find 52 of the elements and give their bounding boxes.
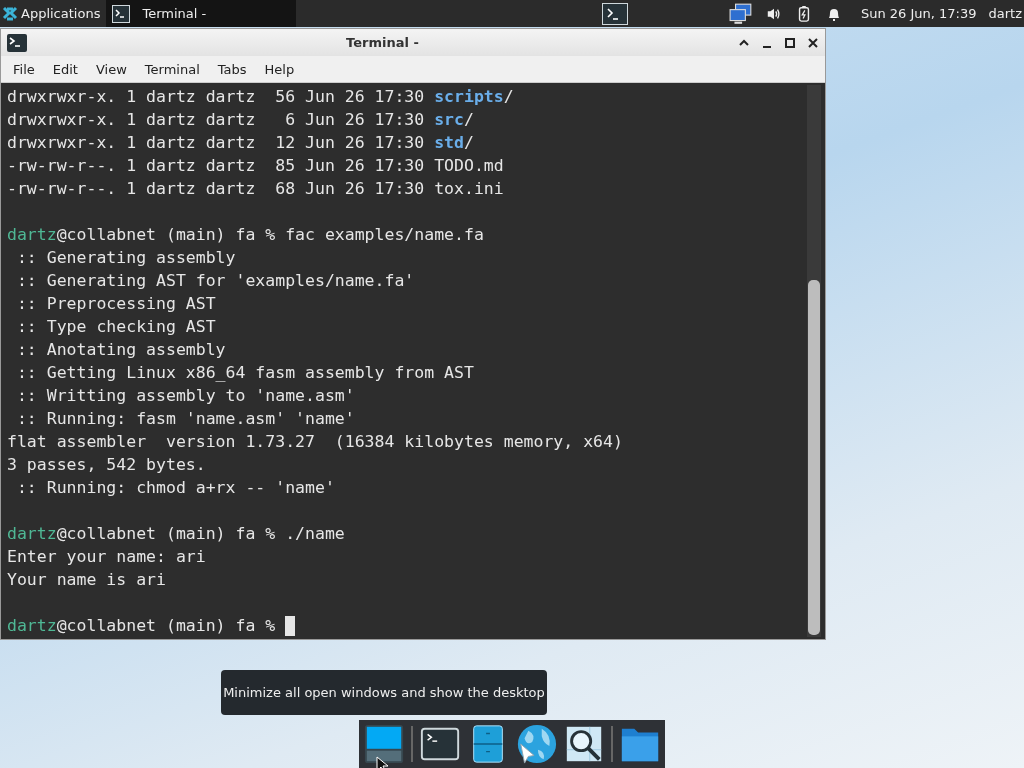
terminal-text: :: Preprocessing AST	[15, 293, 216, 315]
directory-name: src	[434, 109, 464, 131]
terminal-text: Enter your name: ari	[7, 546, 206, 568]
terminal-text: :: Getting Linux x86_64 fasm assembly from AST	[15, 362, 474, 384]
directory-name: scripts	[434, 86, 504, 108]
terminal-text: /	[463, 109, 474, 131]
terminal-text: /	[503, 86, 514, 108]
terminal-text: /	[463, 132, 474, 154]
terminal-text: @collabnet (main) fa % fac examples/name.fa	[56, 224, 484, 246]
terminal-text: :: Generating AST for 'examples/name.fa'	[15, 270, 415, 292]
terminal-text: -rw-rw-r--. 1 dartz dartz 68 Jun 26 17:30 tox.ini	[7, 178, 504, 200]
network-icon[interactable]	[728, 2, 753, 25]
menu-item[interactable]: Tabs	[208, 61, 256, 77]
menu-item[interactable]: Edit	[43, 61, 87, 77]
terminal-icon	[7, 33, 27, 52]
terminal-text: :: Anotating assembly	[15, 339, 226, 361]
maximize-icon[interactable]	[784, 36, 796, 49]
taskbar-button[interactable]: Terminal -	[106, 0, 297, 27]
tooltip: Minimize all open windows and show the desktop	[221, 670, 547, 715]
terminal-text: drwxrwxr-x. 1 dartz dartz 56 Jun 26 17:30	[7, 86, 426, 108]
terminal-text: flat assembler version 1.73.27 (16384 kilobytes memory, x64)	[7, 431, 623, 453]
menu-item[interactable]: Help	[255, 61, 304, 77]
prompt-user: dartz	[7, 615, 57, 637]
close-icon[interactable]	[807, 36, 819, 49]
terminal-text: :: Generating assembly	[15, 247, 236, 269]
clock[interactable]: Sun 26 Jun, 17:39	[860, 6, 977, 21]
terminal-text: :: Type checking AST	[15, 316, 216, 338]
window-title: Terminal -	[345, 35, 420, 51]
terminal-text: drwxrwxr-x. 1 dartz dartz 12 Jun 26 17:30	[7, 132, 426, 154]
terminal-text: drwxrwxr-x. 1 dartz dartz 6 Jun 26 17:30	[7, 109, 426, 131]
applications-menu[interactable]: Applications	[0, 0, 107, 27]
scrollbar[interactable]	[807, 85, 821, 637]
terminal-text: 3 passes, 542 bytes.	[7, 454, 206, 476]
menu-item[interactable]: Terminal	[135, 61, 209, 77]
prompt-user: dartz	[7, 523, 57, 545]
show-desktop-icon[interactable]	[363, 722, 406, 766]
terminal-text: :: Writting assembly to 'name.asm'	[15, 385, 355, 407]
terminal-text: Your name is ari	[7, 569, 166, 591]
terminal-text: :: Running: chmod a+rx -- 'name'	[15, 477, 335, 499]
directory-name: std	[434, 132, 464, 154]
prompt-user: dartz	[7, 224, 57, 246]
logo-icon	[2, 5, 18, 22]
terminal-text: :: Running: fasm 'name.asm' 'name'	[15, 408, 355, 430]
terminal-text: @collabnet (main) fa % ./name	[56, 523, 345, 545]
globe-icon[interactable]	[515, 722, 558, 766]
terminal-text: -rw-rw-r--. 1 dartz dartz 85 Jun 26 17:30 TODO.md	[7, 155, 504, 177]
menu-item[interactable]: File	[4, 61, 44, 77]
terminal-icon[interactable]	[602, 2, 629, 25]
terminal-text: @collabnet (main) fa %	[56, 615, 277, 637]
terminal-icon	[112, 4, 131, 23]
menu-item[interactable]: View	[86, 61, 136, 77]
user-name[interactable]: dartz	[988, 6, 1022, 21]
